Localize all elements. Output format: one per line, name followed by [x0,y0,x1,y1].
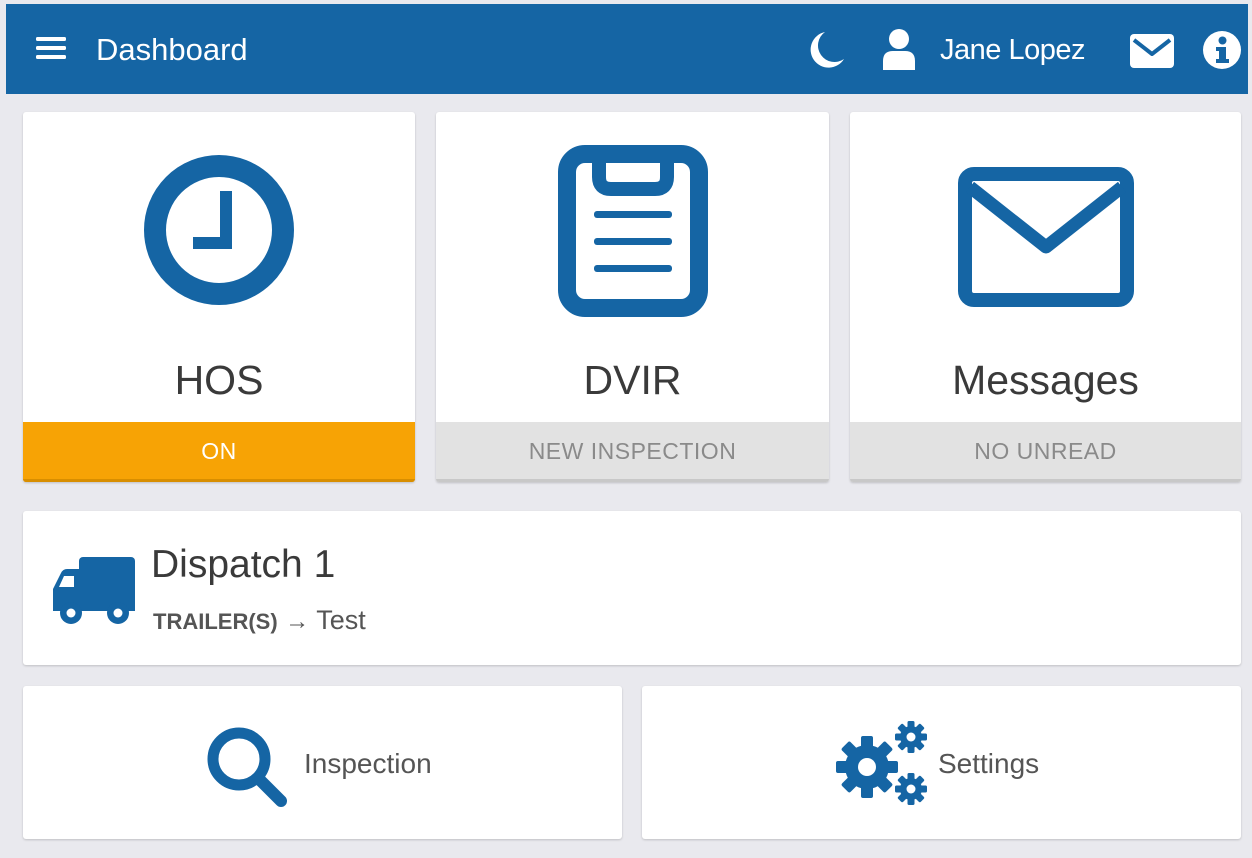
hos-label: HOS [174,357,264,403]
dispatch-title: Dispatch 1 [151,543,336,586]
arrow-icon: → [285,608,310,635]
hos-tile[interactable]: HOS ON [23,112,415,482]
settings-card[interactable]: Settings [642,686,1241,839]
page-title: Dashboard [96,32,248,67]
night-mode-button[interactable] [806,29,846,71]
messages-button[interactable] [1130,34,1174,68]
truck-icon [53,557,135,624]
user-button[interactable] [882,28,916,70]
dispatch-trailer-line: TRAILER(S) → Test [153,603,366,639]
messages-label: Messages [952,357,1139,403]
moon-icon [810,32,844,68]
inspection-label: Inspection [304,748,432,779]
user-icon [883,29,915,70]
dispatch-card[interactable]: Dispatch 1 TRAILER(S) → Test [23,511,1241,665]
menu-button[interactable] [36,35,66,61]
messages-status-badge: NO UNREAD [850,422,1241,482]
gears-icon [836,721,927,805]
trailer-value: Test [316,605,366,635]
dvir-label: DVIR [583,357,682,403]
settings-label: Settings [938,748,1040,779]
menu-icon [36,37,66,59]
clipboard-icon [558,145,708,317]
user-name[interactable]: Jane Lopez [940,32,1085,68]
top-app-bar: Dashboard Jane Lopez [6,4,1248,94]
envelope-icon [1130,34,1174,68]
dvir-tile[interactable]: DVIR NEW INSPECTION [436,112,829,482]
info-button[interactable] [1202,30,1242,70]
hos-status-badge: ON [23,422,415,482]
info-icon [1203,31,1241,69]
inspection-card[interactable]: Inspection [23,686,622,839]
clock-icon [144,155,294,305]
dvir-status-badge: NEW INSPECTION [436,422,829,482]
envelope-icon [958,167,1134,307]
trailer-label: TRAILER(S) [153,609,278,634]
messages-tile[interactable]: Messages NO UNREAD [850,112,1241,482]
search-icon [207,727,287,807]
